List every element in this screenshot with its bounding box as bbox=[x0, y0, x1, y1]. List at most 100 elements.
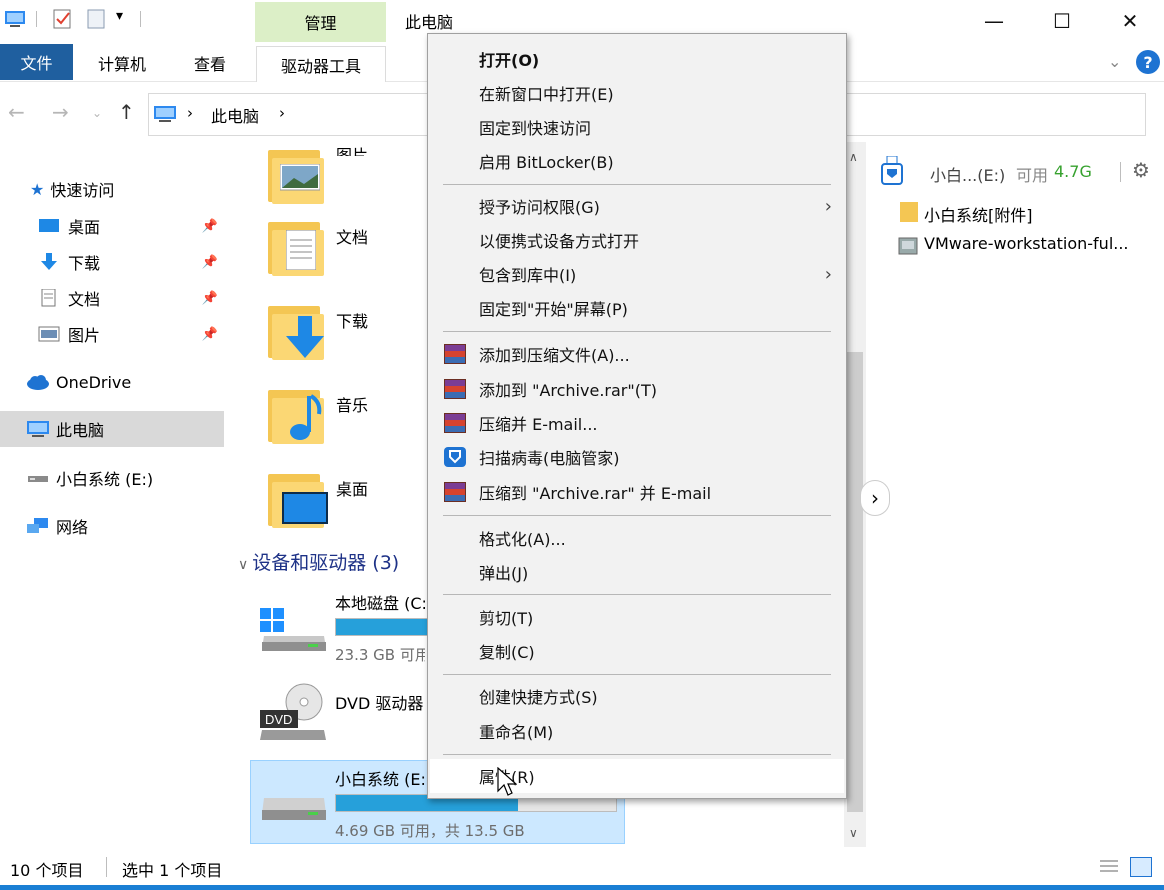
folder-label[interactable]: 音乐 bbox=[336, 392, 368, 416]
usb-shield-icon bbox=[880, 155, 904, 190]
properties-icon[interactable] bbox=[52, 8, 74, 30]
sidebar-item-documents[interactable]: 文档 📌 bbox=[38, 280, 224, 316]
menu-item-compress-email[interactable]: 压缩并 E-mail... bbox=[430, 406, 844, 440]
sidebar-item-drive-e[interactable]: 小白系统 (E:) bbox=[26, 460, 250, 496]
back-arrow-icon[interactable]: ← bbox=[8, 100, 25, 124]
menu-item-properties[interactable]: 属性(R) bbox=[430, 759, 844, 793]
sidebar-item-network[interactable]: 网络 bbox=[26, 508, 250, 544]
menu-item-add-archive-rar[interactable]: 添加到 "Archive.rar"(T) bbox=[430, 372, 844, 406]
menu-item-open-new-window[interactable]: 在新窗口中打开(E) bbox=[430, 76, 844, 110]
forward-arrow-icon[interactable]: → bbox=[52, 100, 69, 124]
pin-icon[interactable]: 📌 bbox=[202, 291, 218, 306]
manage-context-tab-header[interactable]: 管理 bbox=[255, 2, 386, 42]
sidebar-item-pictures[interactable]: 图片 📌 bbox=[38, 316, 224, 352]
scroll-up-icon[interactable]: ∧ bbox=[849, 150, 858, 164]
folder-pictures[interactable] bbox=[268, 144, 328, 206]
drive-size-text: 4.69 GB 可用，共 13.5 GB bbox=[335, 822, 525, 840]
menu-item-open-portable[interactable]: 以便携式设备方式打开 bbox=[430, 223, 844, 257]
menu-item-format[interactable]: 格式化(A)... bbox=[430, 521, 844, 555]
chevron-down-icon[interactable]: ∨ bbox=[238, 557, 248, 573]
sidebar-item-onedrive[interactable]: OneDrive bbox=[26, 364, 250, 400]
menu-item-pin-quick-access[interactable]: 固定到快速访问 bbox=[430, 110, 844, 144]
sidebar-item-label: 图片 bbox=[68, 326, 101, 345]
status-bar: 10 个项目 选中 1 个项目 bbox=[0, 847, 1164, 885]
folder-label[interactable]: 文档 bbox=[336, 224, 368, 248]
breadcrumb-separator[interactable]: › bbox=[279, 104, 285, 122]
divider bbox=[36, 11, 37, 27]
minimize-button[interactable]: — bbox=[960, 0, 1028, 42]
tab-drive-tools[interactable]: 驱动器工具 bbox=[256, 46, 386, 82]
group-header-label: 设备和驱动器 (3) bbox=[252, 552, 400, 574]
sidebar-item-desktop[interactable]: 桌面 📌 bbox=[38, 208, 224, 244]
menu-item-grant-access[interactable]: 授予访问权限(G) › bbox=[430, 189, 844, 223]
drive-label[interactable]: 小白系统 (E:) bbox=[335, 766, 425, 790]
menu-item-rename[interactable]: 重命名(M) bbox=[430, 714, 844, 748]
drive-label[interactable]: 本地磁盘 (C:) bbox=[335, 590, 425, 614]
sidebar-item-quick-access[interactable]: ★ 快速访问 bbox=[30, 171, 254, 207]
folder-downloads[interactable] bbox=[268, 300, 328, 362]
menu-item-scan-virus[interactable]: 扫描病毒(电脑管家) bbox=[430, 440, 844, 474]
tab-computer[interactable]: 计算机 bbox=[80, 46, 164, 79]
menu-item-bitlocker[interactable]: 启用 BitLocker(B) bbox=[430, 144, 844, 178]
folder-music[interactable] bbox=[268, 384, 328, 446]
gear-icon[interactable]: ⚙ bbox=[1132, 158, 1150, 182]
new-folder-icon[interactable] bbox=[86, 8, 108, 30]
usb-drive-icon[interactable] bbox=[260, 792, 328, 847]
bottom-accent-bar bbox=[0, 885, 1164, 890]
tab-file[interactable]: 文件 bbox=[0, 44, 73, 80]
breadcrumb-separator[interactable]: › bbox=[187, 104, 193, 122]
folder-label[interactable]: 桌面 bbox=[336, 476, 368, 500]
details-view-icon[interactable] bbox=[1098, 857, 1120, 877]
menu-item-label: 固定到"开始"屏幕(P) bbox=[479, 300, 628, 319]
pin-icon[interactable]: 📌 bbox=[202, 327, 218, 342]
menu-item-label: 重命名(M) bbox=[479, 723, 554, 742]
pin-icon[interactable]: 📌 bbox=[202, 219, 218, 234]
menu-item-label: 固定到快速访问 bbox=[479, 119, 592, 138]
sidebar-item-this-pc[interactable]: 此电脑 bbox=[0, 411, 224, 447]
maximize-button[interactable]: ☐ bbox=[1028, 0, 1096, 42]
menu-item-label: 在新窗口中打开(E) bbox=[479, 85, 614, 104]
submenu-arrow-icon: › bbox=[824, 195, 832, 217]
computer-icon bbox=[26, 420, 49, 438]
ribbon-collapse-icon[interactable]: ⌄ bbox=[1108, 52, 1121, 71]
windows-drive-icon[interactable] bbox=[260, 598, 328, 654]
breadcrumb-this-pc[interactable]: 此电脑 bbox=[211, 103, 259, 127]
scroll-down-icon[interactable]: ∨ bbox=[849, 826, 858, 840]
menu-item-cut[interactable]: 剪切(T) bbox=[430, 600, 844, 634]
usb-drive-icon bbox=[26, 469, 48, 487]
dvd-drive-icon[interactable]: DVD bbox=[260, 682, 328, 740]
drive-size-text: 23.3 GB 可用，共 39.4 GB bbox=[335, 646, 425, 664]
large-icons-view-icon[interactable] bbox=[1130, 857, 1152, 877]
close-button[interactable]: ✕ bbox=[1096, 0, 1164, 42]
drive-label[interactable]: DVD 驱动器 (D:) bbox=[335, 690, 425, 714]
sidebar-item-downloads[interactable]: 下载 📌 bbox=[38, 244, 224, 280]
up-arrow-icon[interactable]: ↑ bbox=[118, 100, 135, 124]
mouse-cursor-icon bbox=[497, 766, 518, 803]
customize-quick-access-icon[interactable]: ▾ bbox=[116, 8, 123, 24]
tab-view[interactable]: 查看 bbox=[176, 46, 244, 79]
menu-item-include-library[interactable]: 包含到库中(I) › bbox=[430, 257, 844, 291]
menu-item-label: 复制(C) bbox=[479, 643, 535, 662]
menu-item-label: 添加到 "Archive.rar"(T) bbox=[479, 381, 657, 400]
preview-file[interactable]: 小白系统[附件] bbox=[924, 202, 1033, 226]
pin-icon[interactable]: 📌 bbox=[202, 255, 218, 270]
menu-item-label: 启用 BitLocker(B) bbox=[479, 153, 614, 172]
help-icon[interactable]: ? bbox=[1136, 50, 1160, 74]
folder-documents[interactable] bbox=[268, 216, 328, 278]
group-header-devices[interactable]: ∨ 设备和驱动器 (3) bbox=[238, 548, 399, 575]
folder-label[interactable]: 图片 bbox=[336, 142, 368, 156]
menu-item-create-shortcut[interactable]: 创建快捷方式(S) bbox=[430, 679, 844, 713]
folder-label[interactable]: 下载 bbox=[336, 308, 368, 332]
menu-item-compress-rar-email[interactable]: 压缩到 "Archive.rar" 并 E-mail bbox=[430, 475, 844, 509]
scroll-thumb[interactable] bbox=[847, 352, 863, 812]
menu-item-copy[interactable]: 复制(C) bbox=[430, 634, 844, 668]
sidebar-item-label: 快速访问 bbox=[50, 181, 115, 200]
preview-file[interactable]: VMware-workstation-ful... bbox=[924, 234, 1154, 253]
menu-item-pin-start[interactable]: 固定到"开始"屏幕(P) bbox=[430, 291, 844, 325]
menu-item-add-archive[interactable]: 添加到压缩文件(A)... bbox=[430, 337, 844, 371]
menu-item-open[interactable]: 打开(O) bbox=[430, 42, 844, 76]
menu-item-eject[interactable]: 弹出(J) bbox=[430, 555, 844, 589]
expand-pane-chevron-icon[interactable]: › bbox=[860, 480, 890, 516]
recent-locations-icon[interactable]: ⌄ bbox=[92, 106, 102, 120]
folder-desktop[interactable] bbox=[268, 468, 328, 530]
